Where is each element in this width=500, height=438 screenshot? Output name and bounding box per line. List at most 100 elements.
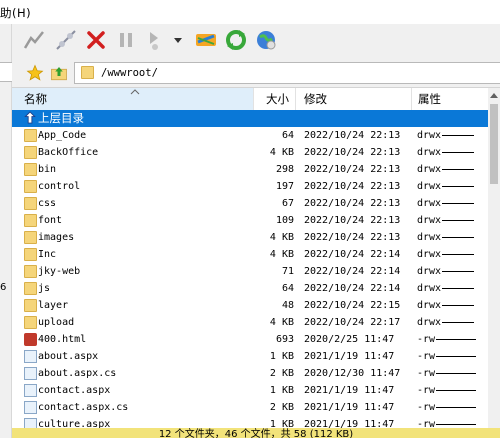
file-row[interactable]: bin 298 2022/10/24 22:13 drwx	[12, 161, 488, 178]
parent-directory-row[interactable]: 上层目录	[12, 110, 488, 127]
file-size: 67	[281, 198, 294, 209]
column-size-label: 大小	[266, 92, 289, 106]
resume-icon[interactable]	[144, 28, 168, 52]
folder-icon	[81, 66, 94, 79]
stop-icon[interactable]	[84, 28, 108, 52]
file-name: images	[38, 232, 75, 243]
file-name: jky-web	[38, 266, 81, 277]
chevron-down-icon[interactable]	[172, 28, 184, 52]
disconnect-icon[interactable]	[54, 28, 78, 52]
file-name: control	[38, 181, 81, 192]
file-row[interactable]: font 109 2022/10/24 22:13 drwx	[12, 212, 488, 229]
up-folder-icon[interactable]	[50, 64, 68, 82]
file-row[interactable]: js 64 2022/10/24 22:14 drwx	[12, 280, 488, 297]
file-icon	[24, 384, 37, 397]
file-size: 1 KB	[269, 351, 294, 362]
pause-icon[interactable]	[114, 28, 138, 52]
left-panel-input[interactable]	[0, 62, 12, 82]
folder-icon	[24, 299, 37, 312]
column-attr[interactable]: 属性	[412, 88, 488, 110]
path-input[interactable]: /wwwroot/	[74, 62, 500, 84]
file-modified: 2022/10/24 22:13	[304, 232, 401, 243]
file-name: BackOffice	[38, 147, 99, 158]
file-size: 2 KB	[269, 402, 294, 413]
file-name: bin	[38, 164, 57, 175]
column-name-label: 名称	[24, 92, 47, 106]
file-attr: -rw	[417, 382, 477, 399]
column-name[interactable]: 名称	[12, 88, 254, 110]
file-row[interactable]: culture.aspx 1 KB 2021/1/19 11:47 -rw	[12, 416, 488, 428]
globe-icon[interactable]	[254, 28, 278, 52]
file-name: contact.aspx.cs	[38, 402, 129, 413]
file-row[interactable]: jky-web 71 2022/10/24 22:14 drwx	[12, 263, 488, 280]
left-panel-edge	[0, 24, 12, 438]
scroll-up-icon[interactable]	[490, 92, 498, 98]
file-row[interactable]: control 197 2022/10/24 22:13 drwx	[12, 178, 488, 195]
file-size: 109	[275, 215, 294, 226]
file-icon	[24, 367, 37, 380]
file-modified: 2021/1/19 11:47	[304, 385, 395, 396]
file-size: 2 KB	[269, 368, 294, 379]
file-name: Inc	[38, 249, 57, 260]
file-size: 4 KB	[269, 249, 294, 260]
file-modified: 2022/10/24 22:14	[304, 266, 401, 277]
file-attr: drwx	[417, 280, 475, 297]
file-row[interactable]: 400.html 693 2020/2/25 11:47 -rw	[12, 331, 488, 348]
file-attr: drwx	[417, 246, 475, 263]
star-icon[interactable]	[26, 64, 44, 82]
file-attr: drwx	[417, 212, 475, 229]
file-row[interactable]: images 4 KB 2022/10/24 22:13 drwx	[12, 229, 488, 246]
left-panel-text: 6	[0, 282, 7, 293]
column-modified[interactable]: 修改	[296, 88, 412, 110]
transfer-icon[interactable]	[194, 28, 218, 52]
toolbar	[0, 24, 500, 58]
folder-icon	[24, 265, 37, 278]
file-size: 48	[281, 300, 294, 311]
column-size[interactable]: 大小	[254, 88, 296, 110]
file-attr: -rw	[417, 348, 477, 365]
file-attr: drwx	[417, 263, 475, 280]
address-bar: /wwwroot/	[12, 58, 500, 88]
file-row[interactable]: about.aspx.cs 2 KB 2020/12/30 11:47 -rw	[12, 365, 488, 382]
help-menu[interactable]: 助(H)	[0, 5, 31, 21]
folder-icon	[24, 316, 37, 329]
file-row[interactable]: contact.aspx 1 KB 2021/1/19 11:47 -rw	[12, 382, 488, 399]
file-attr: -rw	[417, 365, 477, 382]
file-size: 4 KB	[269, 232, 294, 243]
file-modified: 2022/10/24 22:13	[304, 130, 401, 141]
file-modified: 2022/10/24 22:13	[304, 215, 401, 226]
file-modified: 2021/1/19 11:47	[304, 351, 395, 362]
folder-icon	[24, 180, 37, 193]
file-modified: 2021/1/19 11:47	[304, 419, 395, 428]
parent-directory-label: 上层目录	[38, 111, 84, 125]
file-row[interactable]: css 67 2022/10/24 22:13 drwx	[12, 195, 488, 212]
folder-icon	[24, 146, 37, 159]
file-row[interactable]: App_Code 64 2022/10/24 22:13 drwx	[12, 127, 488, 144]
file-attr: drwx	[417, 127, 475, 144]
connect-icon[interactable]	[22, 28, 46, 52]
file-row[interactable]: layer 48 2022/10/24 22:15 drwx	[12, 297, 488, 314]
file-size: 298	[275, 164, 294, 175]
sort-up-icon	[130, 89, 140, 95]
refresh-icon[interactable]	[224, 28, 248, 52]
status-bar: 12 个文件夹，46 个文件，共 58 (112 KB)	[12, 428, 500, 438]
up-arrow-icon	[24, 111, 36, 124]
file-icon	[24, 418, 37, 428]
file-modified: 2020/2/25 11:47	[304, 334, 395, 345]
file-attr: drwx	[417, 178, 475, 195]
folder-icon	[24, 231, 37, 244]
file-row[interactable]: contact.aspx.cs 2 KB 2021/1/19 11:47 -rw	[12, 399, 488, 416]
file-name: about.aspx.cs	[38, 368, 117, 379]
file-attr: -rw	[417, 331, 477, 348]
folder-icon	[24, 197, 37, 210]
file-row[interactable]: about.aspx 1 KB 2021/1/19 11:47 -rw	[12, 348, 488, 365]
folder-icon	[24, 248, 37, 261]
scrollbar-thumb[interactable]	[490, 104, 498, 184]
file-name: css	[38, 198, 57, 209]
file-row[interactable]: Inc 4 KB 2022/10/24 22:14 drwx	[12, 246, 488, 263]
file-row[interactable]: upload 4 KB 2022/10/24 22:17 drwx	[12, 314, 488, 331]
file-row[interactable]: BackOffice 4 KB 2022/10/24 22:13 drwx	[12, 144, 488, 161]
file-modified: 2022/10/24 22:13	[304, 164, 401, 175]
file-size: 71	[281, 266, 294, 277]
file-list: 上层目录 App_Code 64 2022/10/24 22:13 drwx BackO…	[12, 110, 488, 428]
